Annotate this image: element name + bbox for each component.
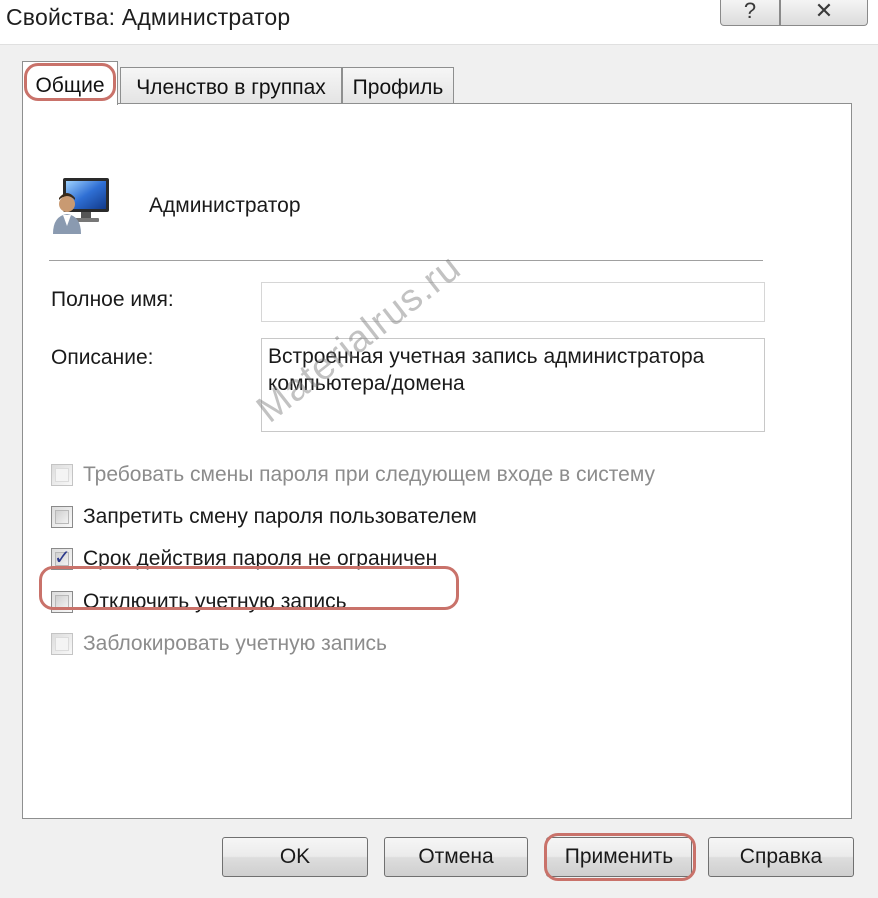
tab-profile-label: Профиль	[352, 75, 444, 99]
cancel-button[interactable]: Отмена	[384, 837, 528, 877]
prevent-password-change-checkbox[interactable]	[51, 506, 73, 528]
require-password-change-checkbox[interactable]	[51, 464, 73, 486]
ok-button[interactable]: OK	[222, 837, 368, 877]
apply-button-label: Применить	[564, 845, 674, 868]
tab-general[interactable]: Общие	[22, 61, 118, 105]
close-icon: ✕	[814, 0, 834, 23]
tab-group-membership[interactable]: Членство в группах	[120, 67, 342, 103]
separator	[49, 260, 763, 264]
option-lock-account: Заблокировать учетную запись	[51, 629, 387, 659]
full-name-label: Полное имя:	[51, 288, 174, 311]
help-title-button[interactable]: ?	[720, 0, 780, 26]
tab-profile[interactable]: Профиль	[342, 67, 454, 103]
window-title: Свойства: Администратор	[6, 4, 291, 30]
prevent-password-change-label: Запретить смену пароля пользователем	[83, 505, 477, 528]
tab-general-label: Общие	[35, 73, 105, 97]
description-label: Описание:	[51, 346, 154, 369]
password-never-expires-label: Срок действия пароля не ограничен	[83, 547, 438, 570]
apply-button[interactable]: Применить	[546, 837, 692, 877]
description-input[interactable]: Встроенная учетная запись администратора…	[261, 338, 765, 432]
cancel-button-label: Отмена	[418, 845, 494, 868]
dialog-body: Общие Членство в группах Профиль Админис…	[0, 44, 878, 898]
lock-account-label: Заблокировать учетную запись	[83, 632, 387, 655]
require-password-change-label: Требовать смены пароля при следующем вхо…	[83, 463, 656, 486]
general-tab-panel: Администратор Полное имя: Описание: Встр…	[22, 103, 852, 819]
tab-group-membership-label: Членство в группах	[136, 75, 326, 99]
disable-account-label: Отключить учетную запись	[83, 590, 347, 613]
help-button[interactable]: Справка	[708, 837, 854, 877]
checkmark-icon: ✓	[54, 547, 71, 569]
password-never-expires-checkbox[interactable]: ✓	[51, 547, 73, 570]
title-bar: Свойства: Администратор ? ✕	[0, 0, 878, 44]
help-button-label: Справка	[739, 845, 823, 868]
option-password-never-expires: ✓ Срок действия пароля не ограничен	[51, 544, 437, 574]
user-name-heading: Администратор	[149, 194, 301, 217]
lock-account-checkbox[interactable]	[51, 633, 73, 655]
question-mark-icon: ?	[743, 0, 757, 23]
user-properties-window: Свойства: Администратор ? ✕ Общие Членст…	[0, 0, 878, 898]
close-button[interactable]: ✕	[780, 0, 868, 26]
ok-button-label: OK	[279, 845, 311, 868]
full-name-input[interactable]	[261, 282, 765, 322]
user-computer-icon	[53, 178, 109, 234]
option-disable-account: Отключить учетную запись	[51, 587, 347, 617]
disable-account-checkbox[interactable]	[51, 591, 73, 613]
option-prevent-password-change: Запретить смену пароля пользователем	[51, 502, 477, 532]
option-require-password-change: Требовать смены пароля при следующем вхо…	[51, 460, 655, 490]
